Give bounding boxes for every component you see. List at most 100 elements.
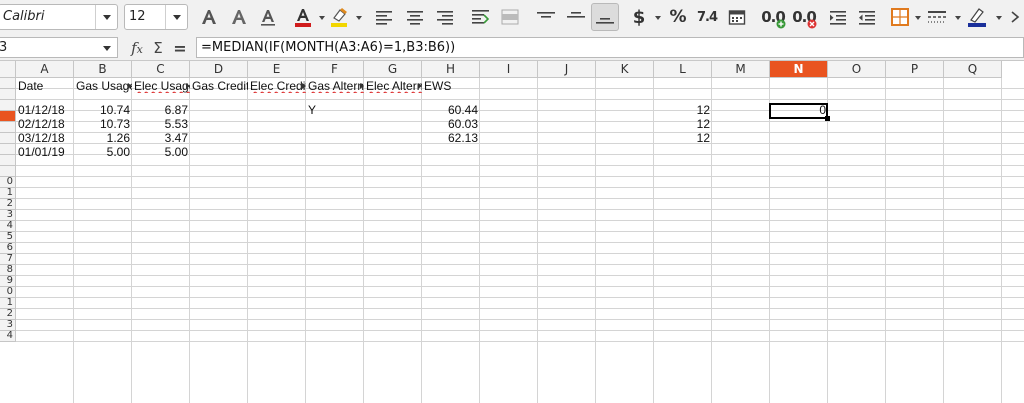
data-cell[interactable]: 12 — [654, 131, 712, 145]
function-wizard-button[interactable]: fx — [126, 38, 148, 58]
row-header[interactable] — [0, 155, 16, 166]
data-cell[interactable]: 01/12/18 — [16, 103, 74, 117]
underline-button[interactable] — [255, 5, 281, 29]
row-header[interactable]: 2 — [0, 309, 16, 320]
column-header-g[interactable]: G — [364, 61, 422, 78]
row-header[interactable]: 4 — [0, 221, 16, 232]
chevron-down-icon[interactable] — [356, 16, 362, 20]
data-cell[interactable]: 60.44 — [422, 103, 480, 117]
column-header-j[interactable]: J — [538, 61, 596, 78]
chevron-down-icon[interactable] — [319, 16, 325, 20]
row-header[interactable]: 1 — [0, 188, 16, 199]
row-header[interactable] — [0, 89, 16, 100]
data-cell[interactable]: 12 — [654, 117, 712, 131]
header-cell[interactable]: Elec Credit — [248, 79, 306, 93]
chevron-down-icon[interactable] — [996, 16, 1002, 20]
select-all-corner[interactable] — [0, 61, 16, 78]
align-bottom-button[interactable] — [591, 3, 619, 31]
row-header[interactable]: 8 — [0, 265, 16, 276]
border-color-button[interactable] — [964, 5, 990, 29]
toolbar-overflow-button[interactable] — [1006, 5, 1024, 29]
column-header-b[interactable]: B — [74, 61, 132, 78]
data-cell[interactable]: 1.26 — [74, 131, 132, 145]
data-cell[interactable]: 60.03 — [422, 117, 480, 131]
row-header[interactable]: 6 — [0, 243, 16, 254]
row-header[interactable]: 3 — [0, 210, 16, 221]
row-header[interactable]: 9 — [0, 276, 16, 287]
data-cell[interactable]: 5.53 — [132, 117, 190, 131]
sum-button[interactable]: Σ — [148, 38, 168, 58]
align-top-button[interactable] — [533, 5, 559, 29]
italic-button[interactable] — [226, 5, 252, 29]
header-cell[interactable]: Elec Usage — [132, 79, 190, 93]
align-right-button[interactable] — [433, 5, 457, 29]
data-cell[interactable]: Y — [306, 103, 364, 117]
row-header[interactable] — [0, 111, 16, 122]
row-header[interactable] — [0, 122, 16, 133]
chevron-down-icon[interactable] — [165, 5, 187, 29]
add-decimal-button[interactable]: 0.0 — [758, 5, 788, 29]
header-cell[interactable]: Gas Altern — [306, 79, 364, 93]
data-cell[interactable]: 5.00 — [132, 145, 190, 159]
formula-button[interactable]: = — [170, 38, 190, 58]
row-header[interactable] — [0, 133, 16, 144]
chevron-down-icon[interactable] — [655, 16, 661, 20]
row-header[interactable]: 0 — [0, 177, 16, 188]
font-name-combo[interactable]: Calibri — [0, 4, 118, 30]
font-size-combo[interactable]: 12 — [124, 4, 188, 30]
data-cell[interactable]: 62.13 — [422, 131, 480, 145]
header-cell[interactable]: Gas Credit — [190, 79, 248, 93]
column-header-n[interactable]: N — [770, 61, 828, 78]
row-header[interactable]: 4 — [0, 331, 16, 342]
row-header[interactable]: 3 — [0, 320, 16, 331]
column-header-q[interactable]: Q — [944, 61, 1002, 78]
row-header[interactable] — [0, 166, 16, 177]
data-cell[interactable]: 5.00 — [74, 145, 132, 159]
column-header-p[interactable]: P — [886, 61, 944, 78]
column-header-k[interactable]: K — [596, 61, 654, 78]
header-cell[interactable]: Date — [16, 79, 74, 93]
column-header-i[interactable]: I — [480, 61, 538, 78]
align-left-button[interactable] — [372, 5, 396, 29]
row-header[interactable] — [0, 78, 16, 89]
percent-button[interactable]: % — [667, 5, 689, 29]
column-header-a[interactable]: A — [16, 61, 74, 78]
data-cell[interactable]: 6.87 — [132, 103, 190, 117]
row-header[interactable] — [0, 144, 16, 155]
formula-input[interactable]: =MEDIAN(IF(MONTH(A3:A6)=1,B3:B6)) — [196, 37, 1024, 58]
column-header-f[interactable]: F — [306, 61, 364, 78]
data-cell[interactable]: 10.74 — [74, 103, 132, 117]
font-color-button[interactable] — [290, 5, 316, 29]
align-center-button[interactable] — [403, 5, 427, 29]
row-header[interactable]: 7 — [0, 254, 16, 265]
column-header-h[interactable]: H — [422, 61, 480, 78]
merge-cells-button[interactable] — [498, 5, 522, 29]
number-format-button[interactable]: 7.4 — [695, 5, 719, 29]
column-header-c[interactable]: C — [132, 61, 190, 78]
chevron-down-icon[interactable] — [915, 16, 921, 20]
row-header[interactable] — [0, 100, 16, 111]
wrap-text-button[interactable] — [469, 5, 493, 29]
spreadsheet-grid[interactable]: ABCDEFGHIJKLMNOPQ 012345678901234 Date Ga… — [0, 61, 1024, 403]
data-cell[interactable]: 02/12/18 — [16, 117, 74, 131]
column-header-d[interactable]: D — [190, 61, 248, 78]
column-header-e[interactable]: E — [248, 61, 306, 78]
decrease-indent-button[interactable] — [855, 5, 879, 29]
row-header[interactable]: 1 — [0, 298, 16, 309]
data-cell[interactable]: 12 — [654, 103, 712, 117]
data-cell[interactable]: 03/12/18 — [16, 131, 74, 145]
border-style-button[interactable] — [924, 5, 950, 29]
column-header-m[interactable]: M — [712, 61, 770, 78]
date-format-button[interactable] — [725, 5, 749, 29]
bold-button[interactable] — [196, 5, 222, 29]
currency-button[interactable]: $ — [628, 5, 650, 29]
data-cell[interactable]: 01/01/19 — [16, 145, 74, 159]
chevron-down-icon[interactable] — [955, 16, 961, 20]
highlight-button[interactable] — [326, 5, 352, 29]
row-header[interactable]: 2 — [0, 199, 16, 210]
name-box[interactable]: 3 — [0, 37, 118, 58]
row-header[interactable]: 5 — [0, 232, 16, 243]
column-header-o[interactable]: O — [828, 61, 886, 78]
header-cell[interactable]: EWS — [422, 79, 480, 93]
align-middle-button[interactable] — [563, 5, 589, 29]
